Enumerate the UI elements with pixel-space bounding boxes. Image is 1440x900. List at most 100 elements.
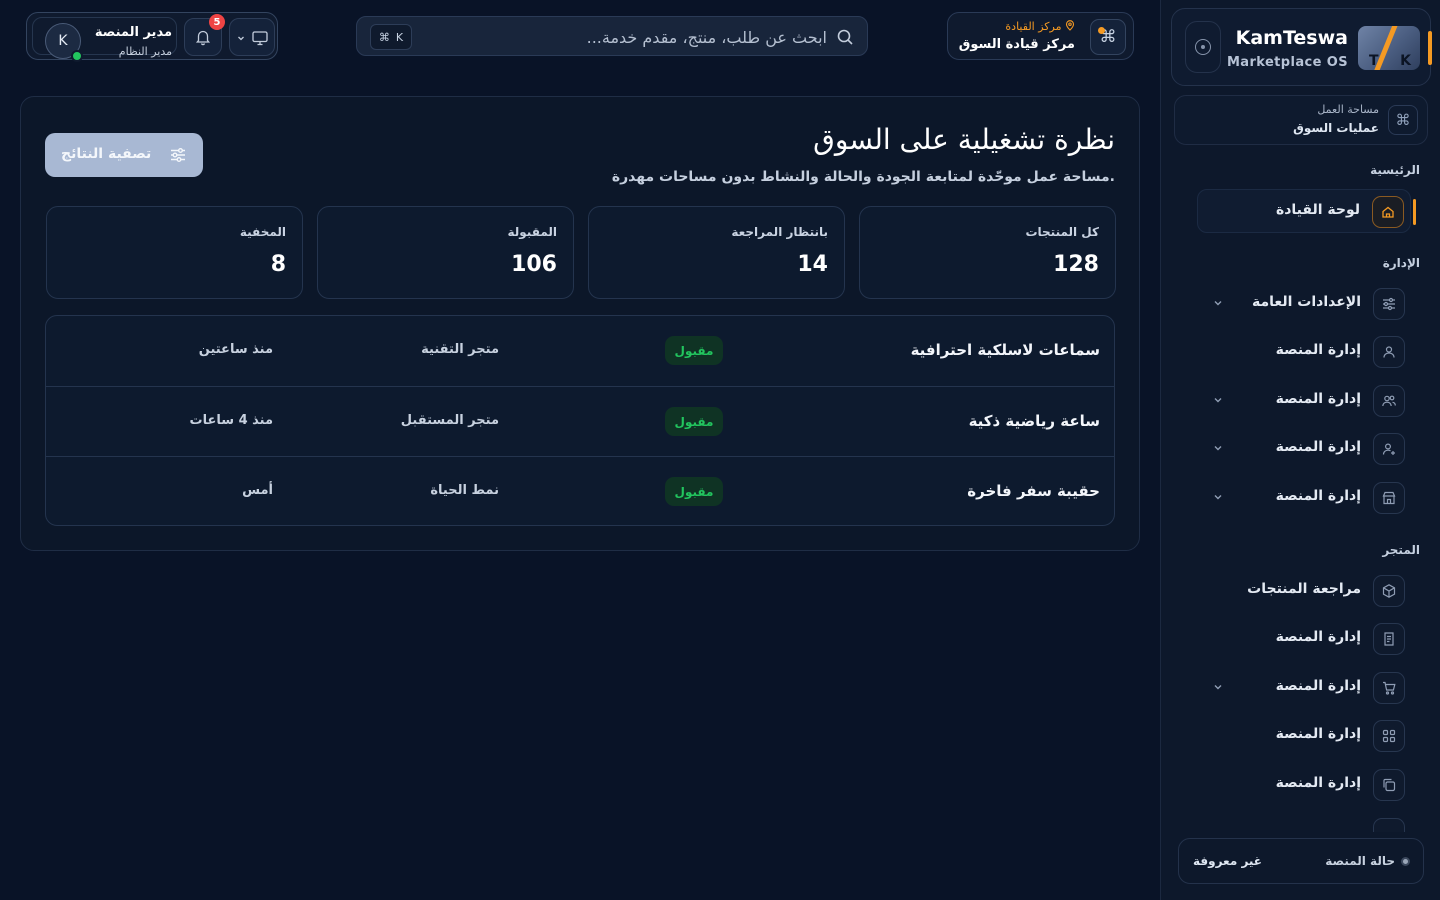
- home-icon: [1372, 196, 1404, 228]
- store-name: نمط الحياة: [430, 483, 499, 498]
- stat-label: بانتظار المراجعة: [731, 225, 828, 239]
- sidebar-item-platform-1[interactable]: إدارة المنصة: [1197, 330, 1411, 374]
- search-icon[interactable]: [835, 27, 855, 47]
- sidebar-item-platform-2[interactable]: إدارة المنصة: [1197, 379, 1411, 423]
- product-name: حقيبة سفر فاخرة: [967, 482, 1100, 500]
- sidebar-item-product-review[interactable]: مراجعة المنتجات: [1197, 569, 1411, 613]
- avatar[interactable]: K: [45, 23, 83, 62]
- sidebar-item-platform-3[interactable]: إدارة المنصة: [1197, 427, 1411, 471]
- stat-label: كل المنتجات: [1025, 225, 1099, 239]
- stat-label: المقبولة: [507, 225, 557, 239]
- stat-value: 106: [511, 252, 557, 277]
- sidebar-item-partial[interactable]: [1197, 812, 1411, 832]
- brand-logo[interactable]: T K: [1358, 26, 1420, 70]
- sidebar-item-label: إدارة المنصة: [1275, 629, 1361, 645]
- command-center-kicker: مركز القيادة: [1005, 20, 1075, 33]
- sidebar-item-platform-5[interactable]: إدارة المنصة: [1197, 617, 1411, 661]
- bell-icon: [195, 30, 211, 46]
- status-badge: مقبول: [665, 407, 723, 436]
- store-name: متجر المستقبل: [400, 413, 499, 428]
- page-subtitle: مساحة عمل موحّدة لمتابعة الجودة والحالة …: [611, 169, 1115, 185]
- brand-name: KamTeswa: [1235, 27, 1348, 49]
- timestamp: منذ 4 ساعات: [189, 413, 273, 428]
- filter-results-button[interactable]: تصفية النتائج: [45, 133, 203, 177]
- sidebar-item-label: إدارة المنصة: [1275, 488, 1361, 504]
- command-icon: ⌘: [1388, 105, 1418, 135]
- stat-card-accepted: المقبولة 106: [317, 206, 574, 299]
- user-plus-icon: [1373, 433, 1405, 465]
- status-badge: مقبول: [665, 477, 723, 506]
- brand-subtitle: Marketplace OS: [1226, 55, 1348, 70]
- table-row[interactable]: حقيبة سفر فاخرة مقبول نمط الحياة أمس: [46, 456, 1114, 525]
- sidebar-item-label: الإعدادات العامة: [1252, 294, 1361, 310]
- table-row[interactable]: ساعة رياضية ذكية مقبول متجر المستقبل منذ…: [46, 386, 1114, 456]
- grid-icon: [1373, 720, 1405, 752]
- receipt-icon: [1373, 623, 1405, 655]
- search-bar[interactable]: ⌘ K: [356, 16, 868, 56]
- chevron-down-icon: [238, 36, 244, 41]
- sidebar-item-label: إدارة المنصة: [1275, 391, 1361, 407]
- brand-logo-letter-right: K: [1400, 53, 1411, 69]
- stat-card-pending-review: بانتظار المراجعة 14: [588, 206, 845, 299]
- sidebar-item-dashboard[interactable]: لوحة القيادة: [1197, 189, 1416, 233]
- filter-button-label: تصفية النتائج: [61, 146, 152, 162]
- platform-status-value: غير معروفة: [1193, 854, 1262, 868]
- command-center-title: مركز قيادة السوق: [958, 37, 1075, 52]
- stat-card-all-products: كل المنتجات 128: [859, 206, 1116, 299]
- page-title: نظرة تشغيلية على السوق: [813, 123, 1115, 156]
- brand-accent-bar: [1428, 31, 1432, 65]
- display-mode-button[interactable]: [229, 18, 275, 56]
- stat-value: 8: [270, 252, 286, 277]
- chevron-down-icon[interactable]: [1211, 441, 1225, 455]
- status-badge: مقبول: [665, 336, 723, 365]
- target-icon: [1195, 39, 1211, 55]
- users-icon: [1373, 385, 1405, 417]
- user-role: مدير النظام: [118, 45, 172, 58]
- chevron-down-icon[interactable]: [1211, 490, 1225, 504]
- section-title-main: الرئيسية: [1370, 163, 1420, 177]
- sliders-icon: [1373, 288, 1405, 320]
- store-name: متجر التقنية: [421, 342, 499, 357]
- stat-value: 128: [1053, 252, 1099, 277]
- workspace-switcher[interactable]: ⌘ مساحة العمل عمليات السوق: [1174, 95, 1428, 145]
- chevron-down-icon[interactable]: [1211, 680, 1225, 694]
- platform-status-label: حالة المنصة: [1325, 854, 1395, 868]
- section-title-store: المتجر: [1382, 543, 1420, 557]
- sidebar-item-platform-7[interactable]: إدارة المنصة: [1197, 714, 1411, 758]
- overview-panel: نظرة تشغيلية على السوق مساحة عمل موحّدة …: [20, 96, 1140, 551]
- filter-sliders-icon: [171, 148, 185, 162]
- sidebar-item-platform-8[interactable]: إدارة المنصة: [1197, 763, 1411, 807]
- sidebar-collapse-button[interactable]: [1185, 21, 1221, 73]
- sidebar-item-label: إدارة المنصة: [1275, 678, 1361, 694]
- sidebar-item-label: إدارة المنصة: [1275, 439, 1361, 455]
- search-input[interactable]: [427, 24, 827, 50]
- brand-card: T K KamTeswa Marketplace OS: [1171, 8, 1432, 86]
- stat-label: المخفية: [239, 225, 286, 239]
- sidebar-item-platform-6[interactable]: إدارة المنصة: [1197, 666, 1411, 710]
- user-menu[interactable]: K مدير المنصة مدير النظام: [32, 17, 177, 62]
- user-name: مدير المنصة: [94, 25, 172, 40]
- stat-card-hidden: المخفية 8: [46, 206, 303, 299]
- location-pin-icon: [1065, 20, 1075, 31]
- active-indicator: [1413, 199, 1416, 225]
- command-key-icon: ⌘: [378, 30, 390, 44]
- sidebar-item-label: مراجعة المنتجات: [1247, 581, 1361, 597]
- sidebar-item-platform-4[interactable]: إدارة المنصة: [1197, 476, 1411, 520]
- building-icon: [1373, 482, 1405, 514]
- timestamp: منذ ساعتين: [198, 342, 273, 357]
- sidebar-item-general-settings[interactable]: الإعدادات العامة: [1197, 282, 1411, 326]
- command-center-card[interactable]: ⌘ مركز القيادة مركز قيادة السوق: [947, 12, 1134, 60]
- keyboard-shortcut-hint: ⌘ K: [370, 24, 412, 50]
- chevron-down-icon[interactable]: [1211, 393, 1225, 407]
- box-icon: [1373, 575, 1405, 607]
- products-table: سماعات لاسلكية احترافية مقبول متجر التقن…: [45, 315, 1115, 526]
- workspace-label: مساحة العمل: [1317, 103, 1379, 116]
- shortcut-key: K: [395, 30, 404, 44]
- online-status-icon: [71, 50, 83, 62]
- sidebar: T K KamTeswa Marketplace OS ⌘ مساحة العم…: [1160, 0, 1440, 900]
- section-title-admin: الإدارة: [1382, 256, 1420, 270]
- table-row[interactable]: سماعات لاسلكية احترافية مقبول متجر التقن…: [46, 316, 1114, 386]
- product-name: ساعة رياضية ذكية: [968, 412, 1100, 430]
- chevron-down-icon[interactable]: [1211, 296, 1225, 310]
- workspace-value: عمليات السوق: [1293, 121, 1379, 135]
